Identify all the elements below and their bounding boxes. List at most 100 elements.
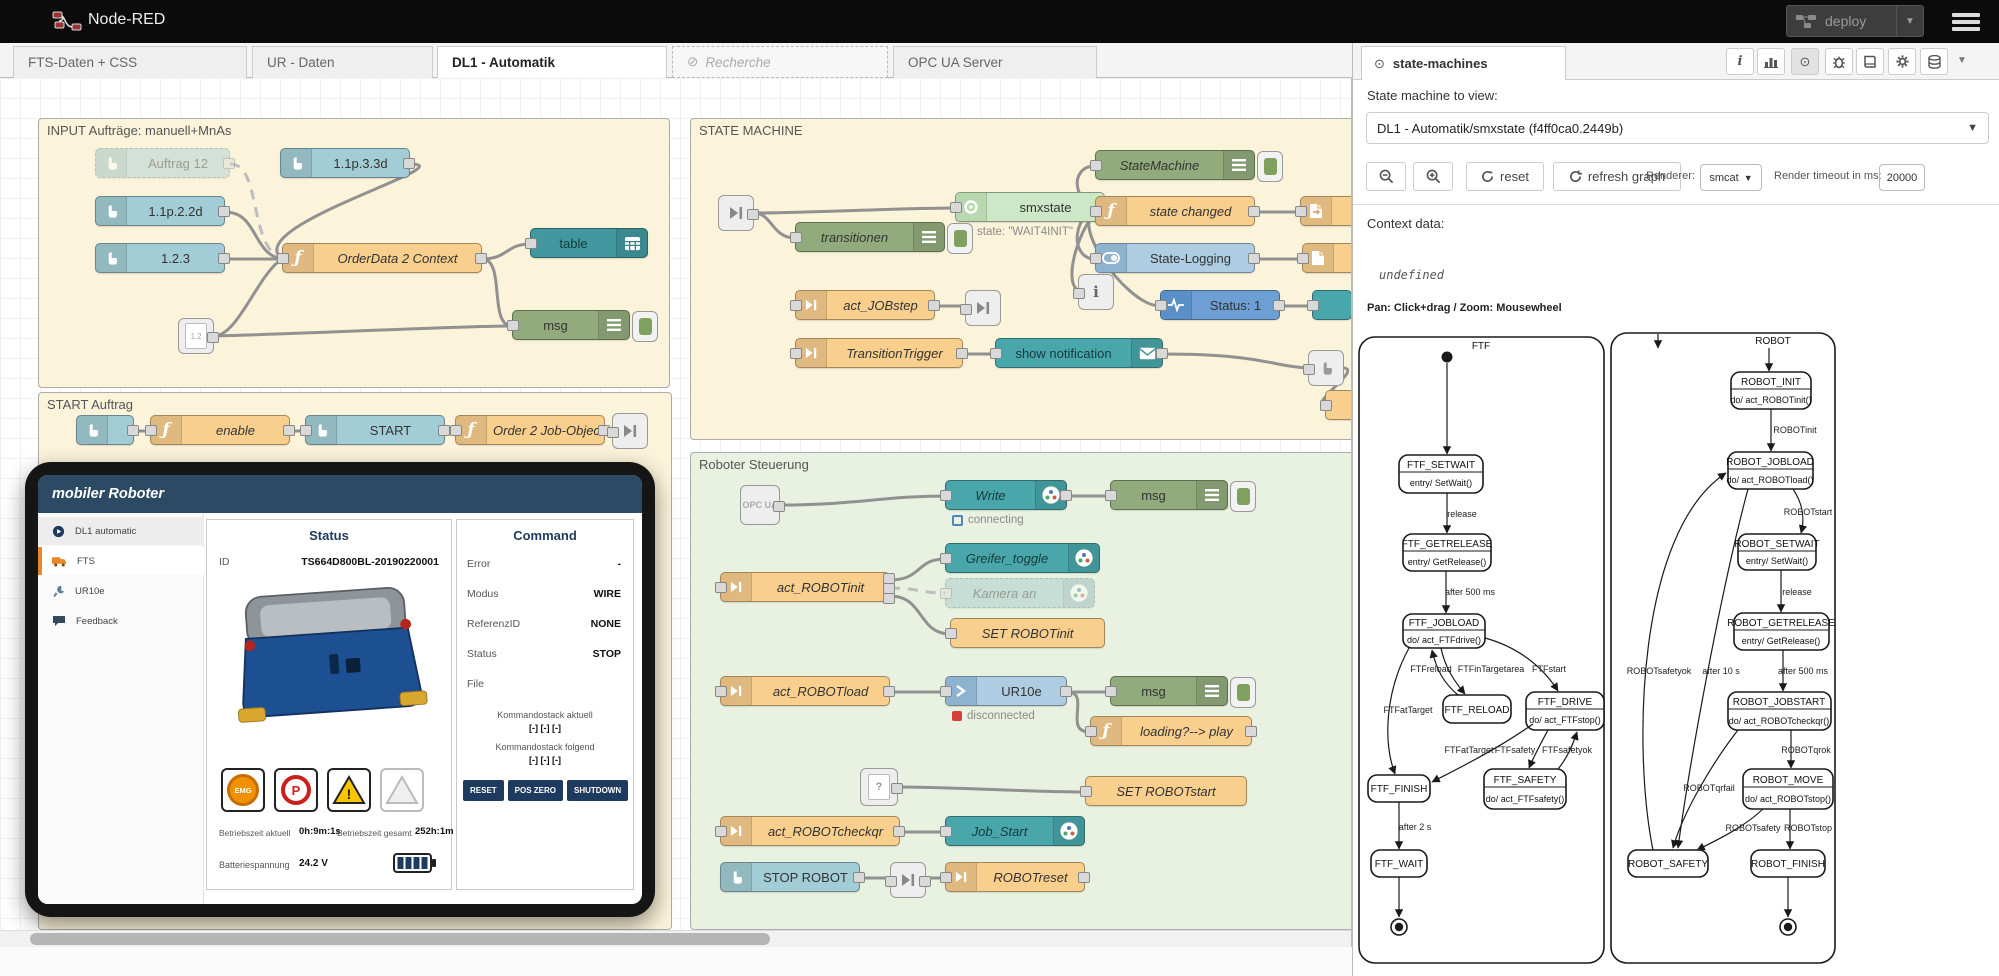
nav-item-fts[interactable]: FTS	[38, 547, 204, 575]
nav-item-ur10e[interactable]: UR10e	[38, 577, 204, 605]
node-ui-status[interactable]: Status: 1	[1160, 290, 1280, 320]
state-machines-tool-button[interactable]: ⊙	[1791, 48, 1819, 75]
node-inject-stop-robot[interactable]: STOP ROBOT	[720, 862, 860, 892]
nav-item-feedback[interactable]: Feedback	[38, 607, 204, 635]
tab-ur-daten[interactable]: UR - Daten	[252, 46, 433, 78]
node-link-in[interactable]	[718, 195, 754, 231]
deploy-caret-icon[interactable]: ▼	[1896, 6, 1923, 36]
pan-zoom-hint: Pan: Click+drag / Zoom: Mousewheel	[1367, 302, 1562, 314]
node-inject-auftrag12[interactable]: Auftrag 12	[95, 148, 230, 178]
state-machine-select[interactable]: DL1 - Automatik/smxstate (f4ff0ca0.2449b…	[1366, 112, 1989, 144]
node-function-order2job[interactable]: ƒ Order 2 Job-Object	[455, 415, 605, 445]
nav-item-dl1-automatic[interactable]: DL1 automatic	[38, 517, 204, 545]
node-linkcall-actrobotcheckqr[interactable]: act_ROBOTcheckqr	[720, 816, 900, 846]
reset-button[interactable]: reset	[1466, 162, 1544, 191]
node-link-opcua[interactable]: OPC UA	[740, 485, 780, 525]
node-linkcall-actrobotinit[interactable]: act_ROBOTinit	[720, 572, 890, 602]
node-info[interactable]: i	[1078, 274, 1114, 310]
node-link-out[interactable]	[965, 290, 1001, 326]
node-job-start[interactable]: Job_Start	[945, 816, 1085, 846]
zoom-in-button[interactable]	[1413, 162, 1453, 191]
emg-button[interactable]: EMG	[221, 768, 265, 812]
node-debug-statemachine[interactable]: StateMachine	[1095, 150, 1255, 180]
node-state-logging[interactable]: State-Logging	[1095, 243, 1255, 273]
group-label: START Auftrag	[47, 397, 133, 412]
node-link-in[interactable]	[890, 862, 926, 898]
node-debug-msg3[interactable]: msg	[1110, 676, 1228, 706]
node-inject-123[interactable]: 1.2.3	[95, 243, 225, 273]
node-inject-112d[interactable]: 1.1p.2.2d	[95, 196, 225, 226]
chart-tool-button[interactable]	[1757, 48, 1785, 75]
node-set-robotstart[interactable]: SET ROBOTstart	[1085, 776, 1247, 806]
flow-canvas[interactable]: INPUT Aufträge: manuell+MnAs START Auftr…	[0, 78, 1352, 947]
battery-icon	[393, 852, 437, 874]
node-link-in-12[interactable]: 1.2	[178, 318, 214, 354]
node-ui-table[interactable]: table	[530, 228, 648, 258]
info-tool-button[interactable]: i	[1726, 48, 1754, 75]
tab-opc-ua-server[interactable]: OPC UA Server	[893, 46, 1097, 78]
pos-zero-button[interactable]: POS ZERO	[508, 780, 563, 801]
debug-toggle-button[interactable]	[1230, 677, 1256, 708]
node-inject-113d[interactable]: 1.1p.3.3d	[280, 148, 410, 178]
book-tool-button[interactable]	[1856, 48, 1884, 75]
node-link-hand[interactable]	[1308, 350, 1344, 386]
node-linkcall-actrobotload[interactable]: act_ROBOTload	[720, 676, 890, 706]
node-debug-transitionen[interactable]: transitionen	[795, 222, 945, 252]
svg-text:FTF_DRIVE: FTF_DRIVE	[1538, 697, 1593, 708]
debug-tool-button[interactable]	[1825, 48, 1853, 75]
svg-text:ROBOTsafetyok: ROBOTsafetyok	[1627, 666, 1692, 676]
node-opcua-write[interactable]: Write	[945, 480, 1067, 510]
node-debug-msg1[interactable]: msg	[512, 310, 630, 340]
node-kamera-an[interactable]: Kamera an	[945, 578, 1095, 608]
tab-recherche[interactable]: ⊘Recherche	[672, 46, 888, 78]
renderer-select[interactable]: smcat▼	[1700, 164, 1762, 191]
node-notification[interactable]: show notification	[995, 338, 1163, 368]
debug-toggle-button[interactable]	[947, 223, 973, 254]
p-stop-button[interactable]: P	[274, 768, 318, 812]
warning-button[interactable]: !	[327, 768, 371, 812]
node-file-write[interactable]	[1300, 196, 1352, 226]
inject-icon	[281, 149, 312, 177]
node-link-out[interactable]	[612, 413, 648, 449]
node-function-loading-play[interactable]: ƒ loading?--> play	[1090, 716, 1252, 746]
node-function-enable[interactable]: ƒ enable	[150, 415, 290, 445]
context-data-tool-button[interactable]	[1920, 48, 1948, 75]
deploy-button[interactable]: deploy ▼	[1786, 5, 1924, 37]
tab-dl1-automatik[interactable]: DL1 - Automatik	[437, 46, 667, 78]
node-debug-msg2[interactable]: msg	[1110, 480, 1228, 510]
node-greifer-toggle[interactable]: Greifer_toggle	[945, 543, 1100, 573]
file-label: File	[467, 678, 484, 690]
svg-text:entry/ GetRelease(): entry/ GetRelease()	[1408, 557, 1487, 567]
main-menu-button[interactable]	[1950, 10, 1982, 34]
node-smxstate[interactable]: smxstate	[955, 192, 1105, 222]
debug-toggle-button[interactable]	[1257, 151, 1283, 182]
timeout-input[interactable]: 20000	[1879, 164, 1925, 191]
sidebar-collapse-caret-icon[interactable]: ▼	[1957, 55, 1967, 66]
gear-tool-button[interactable]	[1888, 48, 1916, 75]
node-linkcall-actjobstep[interactable]: act_JOBstep	[795, 290, 935, 320]
node-linkcall-transitiontrigger[interactable]: TransitionTrigger	[795, 338, 963, 368]
node-log-file[interactable]	[1302, 243, 1352, 273]
tab-state-machines[interactable]: ⊙ state-machines	[1361, 46, 1566, 80]
reset-button[interactable]: RESET	[463, 780, 504, 801]
node-linkcall-robotreset[interactable]: ROBOTreset	[945, 862, 1085, 892]
zoom-out-button[interactable]	[1366, 162, 1406, 191]
debug-toggle-button[interactable]	[632, 311, 658, 342]
node-inject-start[interactable]: START	[305, 415, 445, 445]
node-inject-start-blank[interactable]	[76, 415, 134, 445]
tab-fts-daten[interactable]: FTS-Daten + CSS	[13, 46, 247, 78]
node-clipped-orange[interactable]	[1325, 390, 1352, 420]
node-set-robotinit[interactable]: SET ROBOTinit	[950, 618, 1105, 648]
node-ur10e[interactable]: UR10e	[945, 676, 1067, 706]
scrollbar-thumb[interactable]	[30, 933, 770, 945]
node-function-orderdata[interactable]: ƒ OrderData 2 Context	[282, 243, 482, 273]
debug-toggle-button[interactable]	[1230, 481, 1256, 512]
shutdown-button[interactable]: SHUTDOWN	[567, 780, 628, 801]
state-diagram[interactable]: FTF FTF_SETWAIT entry/ SetWait() release…	[1353, 332, 1999, 976]
betriebszeit-aktuell-label: Betriebszeit aktuell	[219, 828, 290, 838]
view-label: State machine to view:	[1367, 88, 1498, 103]
node-function-statechanged[interactable]: ƒ state changed	[1095, 196, 1255, 226]
node-clipped-teal[interactable]	[1312, 290, 1352, 320]
warning-button-disabled[interactable]	[380, 768, 424, 812]
node-link-question[interactable]: ?	[860, 768, 898, 806]
